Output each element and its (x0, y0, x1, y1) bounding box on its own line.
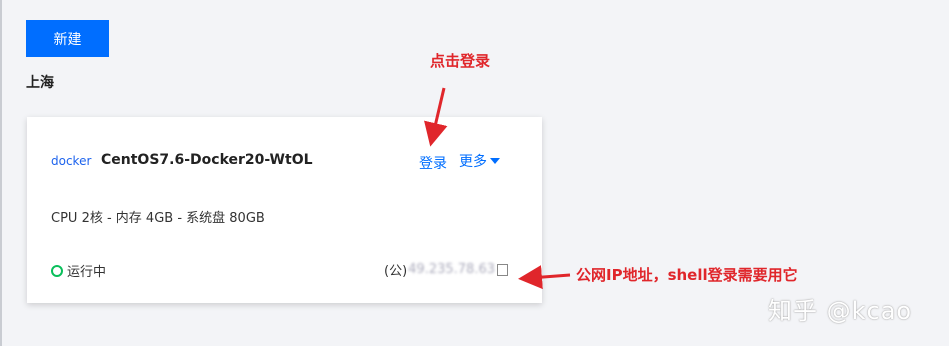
watermark: 知乎 @kcao (768, 297, 913, 325)
login-arrow (424, 87, 448, 147)
login-annotation: 点击登录 (430, 52, 491, 70)
ip-annotation: 公网IP地址，shell登录需要用它 (576, 266, 798, 284)
ip-arrow (518, 265, 571, 290)
